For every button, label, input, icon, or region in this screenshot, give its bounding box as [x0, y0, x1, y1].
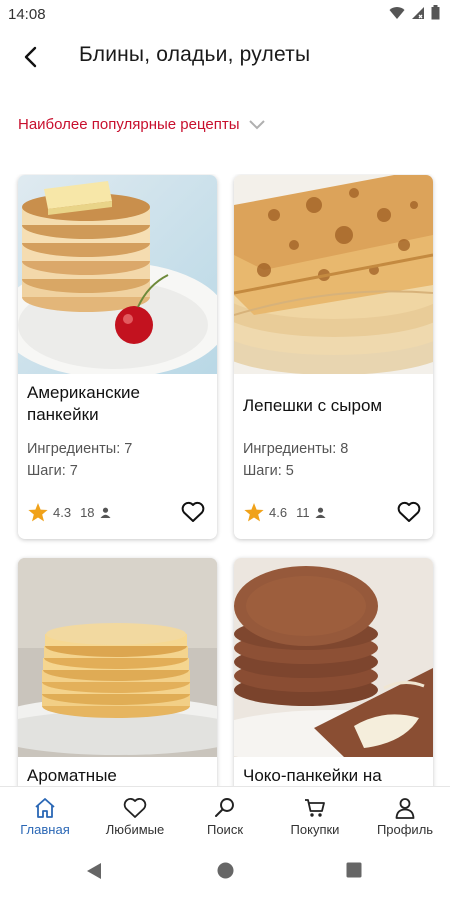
status-icons	[389, 5, 440, 20]
wifi-icon	[389, 6, 405, 19]
rating-count: 18	[80, 505, 95, 520]
signal-icon	[412, 6, 424, 19]
recipe-rating: 4.3 18	[28, 503, 111, 522]
nav-search-label: Поиск	[206, 822, 244, 837]
chevron-down-icon	[248, 119, 265, 129]
recipe-name: Американские панкейки	[27, 383, 140, 424]
battery-icon	[431, 5, 440, 20]
recipe-card[interactable]: Американские панкейки Ингредиенты: 7 Шаг…	[18, 175, 217, 539]
cart-icon	[305, 799, 325, 817]
recipe-photo	[18, 558, 217, 757]
system-back-icon[interactable]	[86, 862, 102, 880]
recipe-ingredients: Ингредиенты: 8	[243, 441, 349, 457]
recipe-name: Лепешки с сыром	[243, 396, 383, 415]
heart-icon	[181, 501, 205, 522]
nav-favorites-label: Любимые	[105, 822, 165, 837]
status-time: 14:08	[8, 6, 46, 23]
nav-search[interactable]: Поиск	[180, 787, 270, 844]
recipe-photo	[234, 175, 433, 374]
recipe-photo	[18, 175, 217, 374]
status-bar: 14:08	[0, 0, 450, 28]
bottom-nav: Главная Любимые Поиск Покупки Профиль	[0, 786, 450, 844]
recipe-ingredients: Ингредиенты: 7	[27, 441, 133, 457]
nav-profile[interactable]: Профиль	[360, 787, 450, 844]
favorite-button[interactable]	[397, 501, 421, 528]
heart-icon	[123, 798, 147, 818]
back-button[interactable]	[14, 40, 48, 74]
person-icon	[315, 507, 326, 518]
recipe-photo	[234, 558, 433, 757]
recipe-steps: Шаги: 7	[27, 463, 78, 479]
recipe-name: Чоко-панкейки на	[243, 766, 382, 785]
star-icon	[28, 503, 48, 522]
recipe-card[interactable]: Ароматные	[18, 558, 217, 786]
nav-home[interactable]: Главная	[0, 787, 90, 844]
nav-profile-label: Профиль	[376, 822, 434, 837]
heart-icon	[397, 501, 421, 522]
system-recents-icon[interactable]	[346, 862, 362, 878]
recipe-card[interactable]: Лепешки с сыром Ингредиенты: 8 Шаги: 5 4…	[234, 175, 433, 539]
profile-icon	[395, 798, 415, 819]
recipe-rating: 4.6 11	[244, 503, 326, 522]
star-icon	[244, 503, 264, 522]
home-icon	[35, 798, 55, 818]
nav-favorites[interactable]: Любимые	[90, 787, 180, 844]
rating-value: 4.6	[269, 505, 288, 520]
recipe-steps: Шаги: 5	[243, 463, 294, 479]
rating-value: 4.3	[53, 505, 72, 520]
system-nav-bar	[0, 844, 450, 900]
favorite-button[interactable]	[181, 501, 205, 528]
recipe-card[interactable]: Чоко-панкейки на	[234, 558, 433, 786]
sort-label: Наиболее популярные рецепты	[18, 116, 240, 133]
system-home-icon[interactable]	[217, 862, 234, 879]
nav-home-label: Главная	[20, 822, 70, 837]
arrow-left-icon	[24, 46, 37, 68]
recipe-name: Ароматные	[27, 766, 117, 785]
person-icon	[100, 507, 111, 518]
search-icon	[215, 798, 234, 817]
rating-count: 11	[296, 505, 310, 520]
nav-purchases[interactable]: Покупки	[270, 787, 360, 844]
recipe-grid: Американские панкейки Ингредиенты: 7 Шаг…	[0, 174, 450, 786]
app-bar: Блины, оладьи, рулеты	[0, 28, 450, 86]
page-title: Блины, оладьи, рулеты	[79, 43, 311, 66]
nav-purchases-label: Покупки	[290, 822, 340, 837]
sort-dropdown[interactable]: Наиболее популярные рецепты	[18, 116, 266, 133]
